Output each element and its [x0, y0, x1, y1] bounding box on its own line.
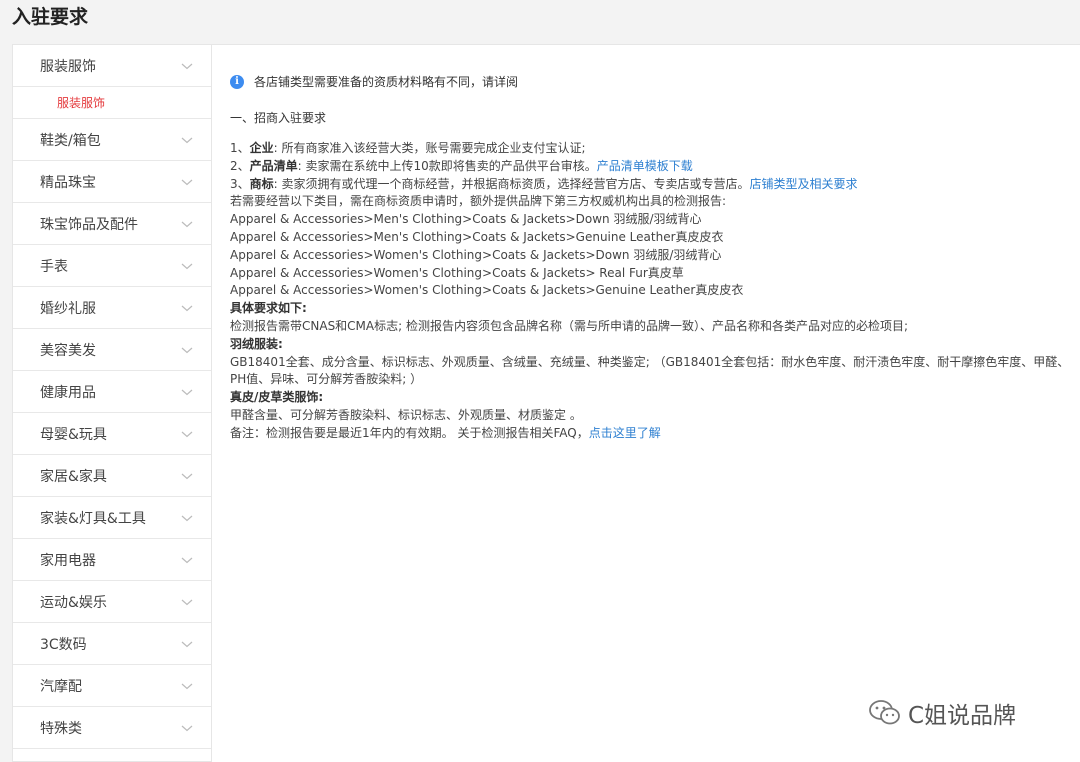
- chevron-down-icon: [179, 132, 195, 148]
- req-trademark: 3、商标: 卖家须拥有或代理一个商标经营，并根据商标资质，选择经营官方店、专卖店…: [230, 176, 1070, 194]
- leather-title: 真皮/皮草类服饰:: [230, 389, 1070, 407]
- down-title-text: 羽绒服装:: [230, 336, 283, 351]
- info-icon: i: [230, 74, 244, 89]
- chevron-down-icon: [179, 384, 195, 400]
- sidebar-category-label: 精品珠宝: [40, 174, 96, 191]
- sidebar-category-label: 家居&家具: [40, 468, 107, 485]
- sidebar-category-label: 汽摩配: [40, 678, 82, 695]
- chevron-down-icon: [179, 720, 195, 736]
- specific-title-text: 具体要求如下:: [230, 301, 307, 316]
- chevron-down-icon: [179, 594, 195, 610]
- req-label: 企业: [249, 141, 274, 155]
- sidebar-category-label: 母婴&玩具: [40, 426, 107, 443]
- category-path-item: Apparel & Accessories>Women's Clothing>C…: [230, 265, 684, 280]
- main-content: i 各店铺类型需要准备的资质材料略有不同，请详阅 一、招商入驻要求 1、企业: …: [212, 44, 1080, 762]
- sidebar-category[interactable]: 母婴&玩具: [13, 413, 211, 455]
- store-type-link[interactable]: 店铺类型及相关要求: [750, 177, 858, 191]
- chevron-down-icon: [179, 426, 195, 442]
- sidebar-category[interactable]: 婚纱礼服: [13, 287, 211, 329]
- sidebar-category-label: 运动&娱乐: [40, 594, 107, 611]
- specific-text: 检测报告需带CNAS和CMA标志; 检测报告内容须包含品牌名称（需与所申请的品牌…: [230, 318, 909, 333]
- req-number: 1、: [230, 141, 250, 155]
- sidebar-category-label: 婚纱礼服: [40, 300, 96, 317]
- chevron-down-icon: [179, 258, 195, 274]
- sidebar-subcategory-active[interactable]: 服装服饰: [13, 87, 211, 119]
- sidebar-category[interactable]: 家居&家具: [13, 455, 211, 497]
- sidebar-category[interactable]: 健康用品: [13, 371, 211, 413]
- sidebar-category-label: 珠宝饰品及配件: [40, 216, 138, 233]
- sidebar-category[interactable]: 3C数码: [13, 623, 211, 665]
- page-title: 入驻要求: [12, 6, 89, 28]
- sidebar-category[interactable]: 精品珠宝: [13, 161, 211, 203]
- sidebar-category[interactable]: 特殊类: [13, 707, 211, 749]
- sidebar-category-label: 家装&灯具&工具: [40, 510, 146, 527]
- chevron-down-icon: [179, 216, 195, 232]
- down-text: GB18401全套、成分含量、标识标志、外观质量、含绒量、充绒量、种类鉴定; （…: [230, 354, 1070, 387]
- chevron-down-icon: [179, 636, 195, 652]
- sidebar-category[interactable]: 运动&娱乐: [13, 581, 211, 623]
- chevron-down-icon: [179, 58, 195, 74]
- category-path-item: Apparel & Accessories>Women's Clothing>C…: [230, 247, 722, 262]
- category-path-item: Apparel & Accessories>Men's Clothing>Coa…: [230, 229, 724, 244]
- notice: i 各店铺类型需要准备的资质材料略有不同，请详阅: [230, 73, 518, 90]
- req-text: : 所有商家准入该经营大类，账号需要完成企业支付宝认证;: [273, 141, 586, 155]
- sidebar-category-label: 手表: [40, 258, 68, 275]
- wechat-icon: [869, 700, 900, 725]
- sidebar-category[interactable]: 服装服饰: [13, 45, 211, 87]
- req-label: 商标: [249, 176, 274, 191]
- chevron-down-icon: [179, 678, 195, 694]
- category-path-item: Apparel & Accessories>Women's Clothing>C…: [230, 283, 744, 298]
- chevron-down-icon: [179, 552, 195, 568]
- product-template-download-link[interactable]: 产品清单模板下载: [597, 159, 693, 173]
- sidebar-category[interactable]: 家用电器: [13, 539, 211, 581]
- section-title: 一、招商入驻要求: [230, 111, 327, 125]
- notice-text: 各店铺类型需要准备的资质材料略有不同，请详阅: [254, 75, 519, 89]
- sidebar-category-label: 家用电器: [40, 552, 96, 569]
- req-label: 产品清单: [249, 158, 298, 173]
- chevron-down-icon: [179, 468, 195, 484]
- req-number: 2、: [230, 158, 250, 173]
- category-path-item: Apparel & Accessories>Men's Clothing>Coa…: [230, 212, 702, 227]
- sidebar-category-label: 鞋类/箱包: [40, 132, 101, 149]
- req-enterprise: 1、企业: 所有商家准入该经营大类，账号需要完成企业支付宝认证;: [230, 140, 1070, 158]
- sidebar-category[interactable]: 汽摩配: [13, 665, 211, 707]
- sidebar-category-label: 3C数码: [40, 636, 87, 653]
- leather-text: 甲醛含量、可分解芳香胺染料、标识标志、外观质量、材质鉴定 。: [230, 407, 582, 422]
- sidebar-category-label: 健康用品: [40, 384, 96, 401]
- sidebar-category[interactable]: 美容美发: [13, 329, 211, 371]
- sidebar-category-label: 特殊类: [40, 720, 82, 737]
- category-path-list: Apparel & Accessories>Men's Clothing>Coa…: [230, 211, 1070, 300]
- req-product-list: 2、产品清单: 卖家需在系统中上传10款即将售卖的产品供平台审核。产品清单模板下…: [230, 158, 1070, 176]
- faq-link[interactable]: 点击这里了解: [589, 426, 661, 440]
- sidebar-category[interactable]: 珠宝饰品及配件: [13, 203, 211, 245]
- specific-title: 具体要求如下:: [230, 300, 1070, 318]
- sidebar-category-label: 美容美发: [40, 342, 96, 359]
- sidebar-category[interactable]: 鞋类/箱包: [13, 119, 211, 161]
- sidebar-category[interactable]: 家装&灯具&工具: [13, 497, 211, 539]
- chevron-down-icon: [179, 510, 195, 526]
- req-text: : 卖家须拥有或代理一个商标经营，并根据商标资质，选择经营官方店、专卖店或专营店…: [273, 176, 750, 191]
- watermark-text: C姐说品牌: [908, 703, 1017, 729]
- remark: 备注：检测报告要是最近1年内的有效期。 关于检测报告相关FAQ，点击这里了解: [230, 425, 1070, 443]
- chevron-down-icon: [179, 342, 195, 358]
- watermark: C姐说品牌: [868, 696, 1016, 730]
- leather-title-text: 真皮/皮草类服饰:: [230, 390, 324, 405]
- down-title: 羽绒服装:: [230, 336, 1070, 354]
- req-text: : 卖家需在系统中上传10款即将售卖的产品供平台审核。: [297, 158, 597, 173]
- chevron-down-icon: [179, 300, 195, 316]
- extra-intro: 若需要经营以下类目，需在商标资质申请时，额外提供品牌下第三方权威机构出具的检测报…: [230, 194, 727, 209]
- requirements: 1、企业: 所有商家准入该经营大类，账号需要完成企业支付宝认证; 2、产品清单:…: [230, 140, 1070, 443]
- category-sidebar: 服装服饰 服装服饰 鞋类/箱包 精品珠宝 珠宝饰品及配件 手表 婚纱礼服 美容美发 健康用品 母婴…: [12, 44, 212, 762]
- remark-text: 备注：检测报告要是最近1年内的有效期。 关于检测报告相关FAQ，: [230, 425, 589, 440]
- sidebar-category-label: 服装服饰: [40, 58, 96, 75]
- sidebar-category[interactable]: 手表: [13, 245, 211, 287]
- req-number: 3、: [230, 176, 250, 191]
- chevron-down-icon: [179, 174, 195, 190]
